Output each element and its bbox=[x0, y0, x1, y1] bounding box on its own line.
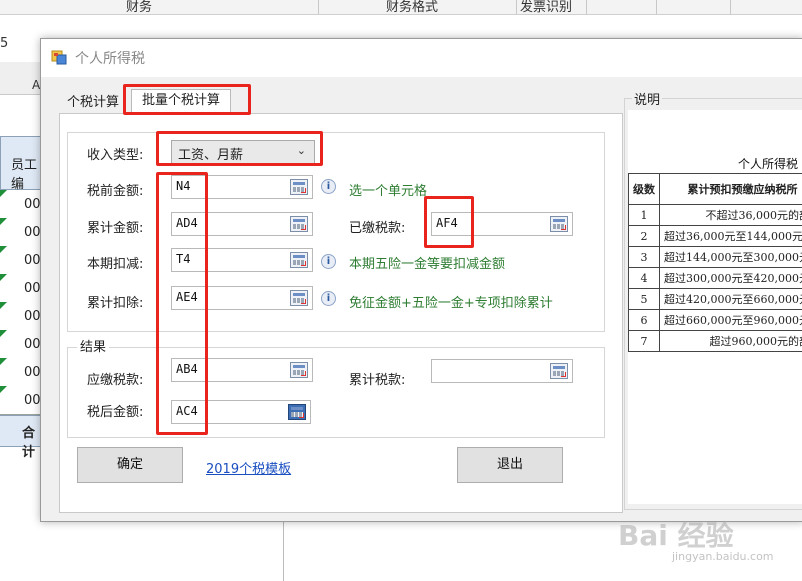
table-cell: 6 bbox=[628, 309, 660, 331]
cumulative-amount-label: 累计金额: bbox=[87, 221, 144, 236]
cell-picker-icon[interactable] bbox=[550, 216, 568, 232]
cell-picker-icon[interactable] bbox=[290, 252, 308, 268]
table-cell: 2 bbox=[628, 225, 660, 247]
table-row: 5超过420,000元至660,000元的 bbox=[628, 288, 802, 310]
cell-value: 00 bbox=[24, 197, 41, 212]
tax-table-caption: 个人所得税 bbox=[738, 157, 799, 171]
table-row: 2 超过36,000元至144,000元的 bbox=[628, 225, 802, 247]
table-cell: 1 bbox=[628, 204, 660, 226]
table-row[interactable]: 00 bbox=[0, 330, 41, 359]
app-icon bbox=[51, 50, 67, 65]
dialog-title: 个人所得税 bbox=[75, 51, 145, 67]
table-row[interactable]: 00 bbox=[0, 358, 41, 387]
cumulative-deduction-hint: 免征金额+五险一金+专项扣除累计 bbox=[349, 296, 553, 311]
cell-picker-icon[interactable] bbox=[290, 179, 308, 195]
ribbon-separator bbox=[656, 0, 657, 14]
ribbon-bar: 财务 财务格式 发票识别 bbox=[0, 0, 802, 15]
table-row: 7超过960,000元的部分 bbox=[628, 330, 802, 352]
table-header-cell: 累计预扣预缴应纳税所 bbox=[659, 173, 802, 205]
exit-button[interactable]: 退出 bbox=[457, 447, 563, 483]
cell-value: 00 bbox=[24, 365, 41, 380]
ribbon-separator bbox=[318, 0, 319, 14]
cell-value: 00 bbox=[24, 309, 41, 324]
ribbon-separator bbox=[516, 0, 517, 14]
ribbon-group-finance-format[interactable]: 财务格式 bbox=[386, 0, 438, 15]
highlight-box-income-type bbox=[156, 131, 323, 166]
column-a-header[interactable]: A bbox=[32, 78, 40, 92]
confirm-button[interactable]: 确定 bbox=[77, 447, 183, 483]
dialog-title-bar[interactable]: 个人所得税 bbox=[41, 39, 802, 77]
table-row: 3超过144,000元至300,000元的 bbox=[628, 246, 802, 268]
highlight-box-field-column bbox=[156, 172, 208, 435]
table-cell: 超过660,000元至960,000元的 bbox=[659, 309, 802, 331]
cumulative-deduction-label: 累计扣除: bbox=[87, 296, 144, 311]
cell-value: 00 bbox=[24, 337, 41, 352]
table-row[interactable]: 00 bbox=[0, 386, 41, 415]
ribbon-separator bbox=[730, 0, 731, 14]
ribbon-group-invoice[interactable]: 发票识别 bbox=[520, 0, 572, 15]
total-label: 合计 bbox=[22, 426, 36, 460]
info-icon[interactable]: i bbox=[321, 179, 336, 194]
table-row[interactable]: 00 bbox=[0, 246, 41, 275]
tab-tax-calc[interactable]: 个税计算 bbox=[61, 93, 125, 113]
info-icon[interactable]: i bbox=[321, 291, 336, 306]
table-cell: 超过420,000元至660,000元的 bbox=[659, 288, 802, 310]
pretax-amount-label: 税前金额: bbox=[87, 184, 144, 199]
pretax-hint: 选一个单元格 bbox=[349, 184, 428, 199]
paid-tax-label: 已缴税款: bbox=[349, 221, 406, 236]
table-row: 1不超过36,000元的部分 bbox=[628, 204, 802, 226]
table-row: 4超过300,000元至420,000元的 bbox=[628, 267, 802, 289]
cell-picker-icon[interactable] bbox=[288, 404, 306, 420]
table-row: 6超过660,000元至960,000元的 bbox=[628, 309, 802, 331]
highlight-box-paid-tax bbox=[424, 196, 474, 248]
cumulative-tax-label: 累计税款: bbox=[349, 373, 406, 388]
table-cell: 超过960,000元的部分 bbox=[659, 330, 802, 352]
table-cell: 不超过36,000元的部分 bbox=[659, 204, 802, 226]
table-cell: 4 bbox=[628, 267, 660, 289]
after-tax-label: 税后金额: bbox=[87, 405, 144, 420]
table-row[interactable]: 00 bbox=[0, 274, 41, 303]
table-cell: 3 bbox=[628, 246, 660, 268]
table-row[interactable]: 00 bbox=[0, 218, 41, 247]
cumulative-tax-field[interactable] bbox=[431, 359, 573, 383]
employee-id-header-text: 员工编 bbox=[11, 158, 38, 192]
result-group-title: 结果 bbox=[77, 336, 110, 355]
cell-value: 00 bbox=[24, 393, 41, 408]
tax-rate-table: 级数 累计预扣预缴应纳税所 1不超过36,000元的部分 2超过36,000元至… bbox=[628, 173, 802, 352]
table-cell: 超过144,000元至300,000元的 bbox=[659, 246, 802, 268]
template-link[interactable]: 2019个税模板 bbox=[206, 458, 291, 477]
table-cell: 超过300,000元至420,000元的 bbox=[659, 267, 802, 289]
current-deduction-label: 本期扣减: bbox=[87, 257, 144, 272]
watermark-logo: Bai 经验 bbox=[618, 519, 734, 552]
table-row[interactable]: 00 bbox=[0, 190, 41, 219]
employee-id-header: 员工编 bbox=[0, 136, 42, 192]
income-type-label: 收入类型: bbox=[87, 148, 144, 163]
payable-tax-label: 应缴税款: bbox=[87, 373, 144, 388]
watermark-url: jingyan.baidu.com bbox=[672, 550, 774, 563]
cell-value: 00 bbox=[24, 253, 41, 268]
cell-value: 00 bbox=[24, 281, 41, 296]
cell-picker-icon[interactable] bbox=[290, 362, 308, 378]
table-row[interactable]: 00 bbox=[0, 302, 41, 331]
cell-picker-icon[interactable] bbox=[290, 216, 308, 232]
table-cell: 7 bbox=[628, 330, 660, 352]
cell-picker-icon[interactable] bbox=[550, 363, 568, 379]
info-icon[interactable]: i bbox=[321, 254, 336, 269]
table-cell: 5 bbox=[628, 288, 660, 310]
ribbon-group-finance[interactable]: 财务 bbox=[126, 0, 152, 15]
current-deduction-hint: 本期五险一金等要扣减金额 bbox=[349, 257, 506, 272]
table-header-row: 级数 累计预扣预缴应纳税所 bbox=[628, 173, 802, 205]
total-row: 合计 bbox=[0, 415, 40, 460]
explanation-title: 说明 bbox=[632, 89, 663, 108]
highlight-box-tab bbox=[123, 84, 251, 115]
cell-value: 00 bbox=[24, 225, 41, 240]
ribbon-separator bbox=[586, 0, 587, 14]
table-cell: 超过36,000元至144,000元的 bbox=[659, 225, 802, 247]
name-box[interactable]: 5 bbox=[0, 36, 8, 51]
table-header-cell: 级数 bbox=[628, 173, 660, 205]
cell-picker-icon[interactable] bbox=[290, 290, 308, 306]
